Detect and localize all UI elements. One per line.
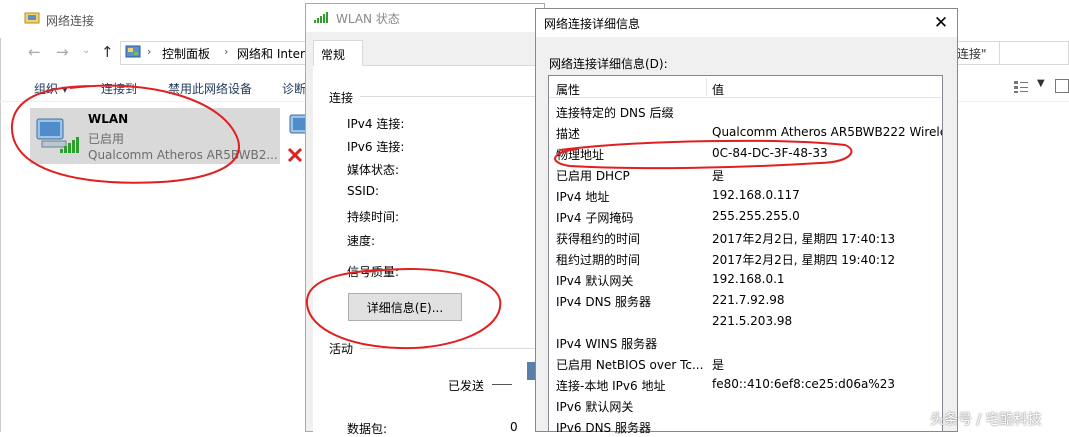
wireless-adapter-icon — [36, 118, 79, 153]
detail-value[interactable]: 255.255.255.0 — [712, 209, 942, 223]
detail-property[interactable]: 物理地址 — [556, 146, 706, 163]
detail-value[interactable]: fe80::410:6ef8:ce25:d06a%23 — [712, 377, 942, 391]
detail-property[interactable]: IPv6 DNS 服务器 — [556, 419, 706, 436]
detail-property[interactable]: IPv4 DNS 服务器 — [556, 293, 706, 310]
sent-label: 已发送 — [448, 379, 485, 393]
detail-value[interactable]: 0C-84-DC-3F-48-33 — [712, 146, 942, 160]
column-separator[interactable] — [706, 78, 707, 96]
wlan-device-name: Qualcomm Atheros AR5BWB2... — [88, 148, 278, 162]
signal-quality-label: 信号质量: — [347, 265, 400, 279]
detail-property[interactable]: IPv4 子网掩码 — [556, 209, 706, 226]
detail-property[interactable]: 已启用 DHCP — [556, 167, 706, 184]
connection-group-divider — [360, 96, 540, 97]
detail-property[interactable]: 描述 — [556, 125, 706, 142]
media-state-label: 媒体状态: — [347, 163, 400, 177]
view-dropdown-arrow-icon[interactable]: ▼ — [1037, 78, 1045, 89]
detail-property[interactable]: 连接-本地 IPv6 地址 — [556, 377, 706, 394]
detail-value[interactable]: 192.168.0.117 — [712, 188, 942, 202]
column-header-value[interactable]: 值 — [712, 81, 724, 98]
back-arrow-icon[interactable]: ← — [28, 43, 41, 61]
forward-arrow-icon[interactable]: → — [56, 43, 69, 61]
detail-value[interactable]: 221.5.203.98 — [712, 314, 942, 328]
up-arrow-icon[interactable]: ↑ — [101, 43, 114, 61]
detail-value[interactable]: 是 — [712, 356, 942, 373]
view-options-icon[interactable] — [1013, 80, 1029, 94]
preview-pane-icon[interactable] — [1055, 79, 1069, 93]
details-button-label[interactable]: 详细信息(E)... — [348, 299, 462, 316]
signal-bars-icon — [314, 12, 328, 23]
duration-label: 持续时间: — [347, 210, 400, 224]
watermark: 头条号 / 宅酷科技 — [930, 412, 1042, 428]
network-folder-icon — [24, 12, 40, 24]
speed-label: 速度: — [347, 234, 376, 248]
tab-general-label[interactable]: 常规 — [321, 46, 345, 63]
connection-details-title: 网络连接详细信息 — [544, 17, 641, 31]
recent-chevron-icon[interactable]: ⌄ — [82, 45, 90, 56]
detail-property[interactable]: IPv4 默认网关 — [556, 272, 706, 289]
search-box-text[interactable]: 连接" — [957, 45, 987, 62]
details-list-label: 网络连接详细信息(D): — [549, 57, 668, 71]
details-list-header — [549, 76, 942, 98]
activity-group-label: 活动 — [329, 342, 354, 356]
detail-property[interactable]: 连接特定的 DNS 后缀 — [556, 104, 706, 121]
detail-value[interactable]: 221.7.92.98 — [712, 293, 942, 307]
window-title: 网络连接 — [46, 14, 95, 28]
ipv4-connectivity-label: IPv4 连接: — [347, 117, 405, 131]
detail-value[interactable]: 是 — [712, 167, 942, 184]
breadcrumb-separator-icon: › — [224, 45, 229, 58]
breadcrumb-network[interactable]: 网络和 Interi — [237, 45, 308, 62]
ipv6-connectivity-label: IPv6 连接: — [347, 140, 405, 154]
breadcrumb-separator-icon: › — [147, 45, 152, 58]
wlan-status-title: WLAN 状态 — [336, 12, 400, 26]
wlan-name: WLAN — [88, 112, 129, 126]
detail-value[interactable]: 2017年2月2日, 星期四 17:40:13 — [712, 230, 942, 247]
detail-property[interactable]: 获得租约的时间 — [556, 230, 706, 247]
control-panel-icon — [125, 45, 141, 58]
detail-property[interactable]: IPv6 默认网关 — [556, 398, 706, 415]
activity-group-divider — [360, 348, 540, 349]
detail-value[interactable]: 2017年2月2日, 星期四 19:40:12 — [712, 251, 942, 268]
detail-property[interactable]: 已启用 NetBIOS over Tc... — [556, 356, 706, 373]
detail-property[interactable]: IPv4 地址 — [556, 188, 706, 205]
detail-value[interactable]: 192.168.0.1 — [712, 272, 942, 286]
connect-to-button[interactable]: 连接到 — [101, 80, 137, 97]
ssid-label: SSID: — [347, 184, 380, 198]
wlan-status: 已启用 — [88, 132, 125, 146]
disable-device-button[interactable]: 禁用此网络设备 — [168, 80, 252, 97]
diagnose-button[interactable]: 诊断 — [282, 80, 306, 97]
detail-value[interactable]: Qualcomm Atheros AR5BWB222 Wirele — [712, 125, 942, 139]
connection-group-label: 连接 — [329, 91, 354, 105]
column-header-property[interactable]: 属性 — [556, 81, 580, 98]
detail-property[interactable]: IPv4 WINS 服务器 — [556, 335, 706, 352]
breadcrumb-control-panel[interactable]: 控制面板 — [162, 45, 210, 62]
sent-divider — [492, 384, 512, 385]
close-icon[interactable]: ✕ — [926, 10, 956, 36]
detail-property[interactable]: 租约过期的时间 — [556, 251, 706, 268]
packets-label: 数据包: — [347, 422, 388, 436]
organize-menu[interactable]: 组织 ▾ — [34, 80, 68, 97]
